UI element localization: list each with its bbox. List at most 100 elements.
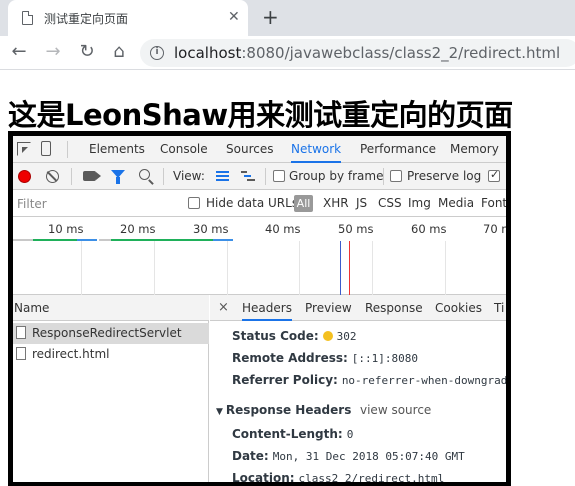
devtools-tabbar: Elements Console Sources Network Perform… <box>13 136 506 163</box>
status-code-row: Status Code: 302 <box>232 329 357 343</box>
request-bar <box>111 239 213 241</box>
request-name: ResponseRedirectServlet <box>32 326 182 340</box>
tab-strip: 测试重定向页面 ✕ + <box>0 0 575 36</box>
request-details: × Headers Preview Response Cookies Ti St… <box>210 295 506 482</box>
content-length-label: Content-Length: <box>232 427 343 441</box>
filter-icon[interactable] <box>111 170 125 184</box>
tab-elements[interactable]: Elements <box>89 136 145 163</box>
request-bar <box>77 239 97 241</box>
tick-label: 20 ms <box>120 222 156 236</box>
preserve-log-label[interactable]: Preserve log <box>407 169 481 183</box>
tab-timing[interactable]: Ti <box>494 295 504 321</box>
divider <box>163 168 164 185</box>
filter-font[interactable]: Font <box>481 196 506 210</box>
request-row[interactable]: ResponseRedirectServlet <box>13 323 209 344</box>
waterfall-icon[interactable] <box>241 171 255 181</box>
hide-data-urls-label[interactable]: Hide data URLs <box>206 196 298 210</box>
tab-console[interactable]: Console <box>160 136 208 163</box>
divider <box>67 141 68 158</box>
large-rows-icon[interactable] <box>216 171 229 181</box>
referrer-policy-value: no-referrer-when-downgrade <box>341 374 506 387</box>
grid-line <box>81 241 82 295</box>
close-tab-icon[interactable]: ✕ <box>228 8 240 26</box>
status-code-value: 302 <box>336 330 357 343</box>
date-value: Mon, 31 Dec 2018 05:07:40 GMT <box>272 450 465 463</box>
search-icon[interactable] <box>139 169 150 180</box>
network-overview-timeline[interactable]: 10 ms 20 ms 30 ms 40 ms 50 ms 60 ms 70 m <box>13 217 506 295</box>
tick-label: 40 ms <box>265 222 301 236</box>
response-headers-title: Response Headers <box>225 403 352 417</box>
preserve-log-checkbox[interactable] <box>390 170 402 182</box>
filter-media[interactable]: Media <box>438 196 474 210</box>
grid-line <box>445 241 446 295</box>
view-source-link[interactable]: view source <box>360 403 431 417</box>
grid-line <box>372 241 373 295</box>
referrer-policy-label: Referrer Policy: <box>232 373 338 387</box>
tab-title: 测试重定向页面 <box>44 12 129 26</box>
collapse-triangle-icon[interactable]: ▼ <box>216 407 223 417</box>
filter-js[interactable]: JS <box>356 196 367 210</box>
clear-icon[interactable] <box>46 170 59 183</box>
tick-label: 70 m <box>483 222 506 236</box>
filter-all-button[interactable]: All <box>294 195 313 212</box>
disable-cache-checkbox[interactable] <box>488 168 500 182</box>
document-icon <box>16 347 26 360</box>
filter-input[interactable] <box>15 194 175 213</box>
group-by-frame-label[interactable]: Group by frame <box>289 169 383 183</box>
details-tabbar: × Headers Preview Response Cookies Ti <box>210 295 506 321</box>
status-code-label: Status Code: <box>232 329 319 343</box>
tick-label: 30 ms <box>193 222 229 236</box>
screenshot-camera-icon[interactable] <box>83 171 101 181</box>
url-text[interactable]: localhost:8080/javawebclass/class2_2/red… <box>174 44 560 62</box>
tick-label: 60 ms <box>411 222 447 236</box>
request-row[interactable]: redirect.html <box>13 344 209 365</box>
tick-label: 50 ms <box>338 222 374 236</box>
request-name: redirect.html <box>32 347 110 361</box>
tab-memory[interactable]: Memory <box>450 136 499 163</box>
new-tab-icon[interactable]: + <box>262 6 279 28</box>
tab-preview[interactable]: Preview <box>305 295 352 321</box>
grid-line <box>154 241 155 295</box>
filter-css[interactable]: CSS <box>378 196 402 210</box>
tab-network[interactable]: Network <box>291 136 342 163</box>
location-label: Location: <box>232 471 295 482</box>
response-headers-section[interactable]: ▼ Response Headers <box>216 403 351 417</box>
close-details-icon[interactable]: × <box>218 300 229 315</box>
browser-toolbar: ← → ↻ ⌂ i localhost:8080/javawebclass/cl… <box>0 36 575 70</box>
filter-xhr[interactable]: XHR <box>323 196 349 210</box>
dom-content-loaded-marker <box>340 241 341 295</box>
referrer-policy-row: Referrer Policy: no-referrer-when-downgra… <box>232 373 506 387</box>
url-path: :8080/javawebclass/class2_2/redirect.htm… <box>241 44 561 62</box>
name-column-header[interactable]: Name <box>13 295 209 321</box>
url-host: localhost <box>174 44 242 62</box>
grid-line <box>227 241 228 295</box>
status-dot-icon <box>322 331 333 341</box>
hide-data-urls-checkbox[interactable] <box>188 197 200 209</box>
page-heading: 这是LeonShaw用来测试重定向的页面 <box>8 98 513 132</box>
content-length-value: 0 <box>346 428 354 441</box>
tab-sources[interactable]: Sources <box>226 136 273 163</box>
address-bar[interactable]: i localhost:8080/javawebclass/class2_2/r… <box>140 39 575 67</box>
back-arrow-icon[interactable]: ← <box>8 41 30 63</box>
divider <box>383 168 384 185</box>
inspect-element-icon[interactable] <box>17 142 31 156</box>
tab-headers[interactable]: Headers <box>242 295 292 321</box>
tick-label: 10 ms <box>48 222 84 236</box>
location-value: class2_2/redirect.html <box>298 472 445 482</box>
tab-performance[interactable]: Performance <box>360 136 436 163</box>
device-toolbar-icon[interactable] <box>41 141 51 156</box>
browser-tab[interactable]: 测试重定向页面 ✕ <box>8 0 248 36</box>
reload-icon[interactable]: ↻ <box>76 41 98 63</box>
tab-response[interactable]: Response <box>365 295 423 321</box>
group-by-frame-checkbox[interactable] <box>273 170 285 182</box>
forward-arrow-icon[interactable]: → <box>42 41 64 63</box>
filter-bar: Hide data URLs All XHR JS CSS Img Media … <box>13 190 506 217</box>
filter-img[interactable]: Img <box>408 196 431 210</box>
tab-cookies[interactable]: Cookies <box>435 295 482 321</box>
divider <box>71 168 72 185</box>
record-icon[interactable] <box>18 170 31 183</box>
home-icon[interactable]: ⌂ <box>108 41 130 63</box>
devtools-panel: Elements Console Sources Network Perform… <box>13 136 506 482</box>
info-icon[interactable]: i <box>150 46 164 60</box>
request-bar <box>99 239 111 241</box>
